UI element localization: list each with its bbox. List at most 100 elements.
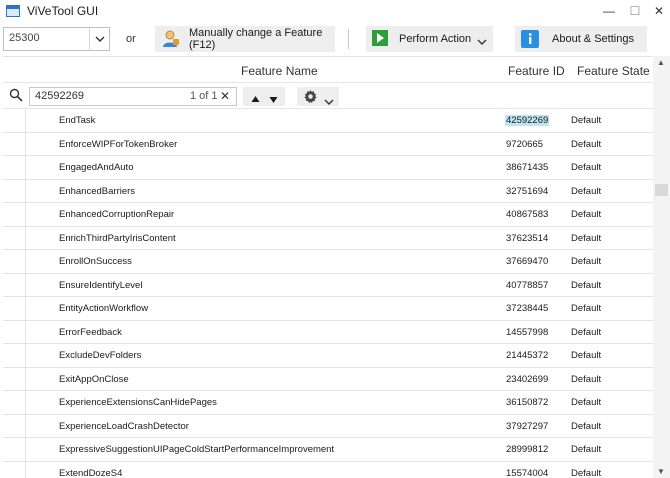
scroll-up-button[interactable]: ▲ <box>657 58 665 67</box>
feature-name-cell[interactable]: EnrichThirdPartyIrisContent <box>59 233 176 244</box>
feature-state-cell[interactable]: Default <box>571 162 601 173</box>
vertical-scrollbar[interactable]: ▲ ▼ <box>653 56 670 478</box>
feature-state-cell[interactable]: Default <box>571 468 601 478</box>
feature-name-cell[interactable]: ExperienceLoadCrashDetector <box>59 421 189 432</box>
table-row[interactable]: EngagedAndAuto 38671435 Default <box>3 156 653 180</box>
row-header-cell[interactable] <box>3 461 26 478</box>
feature-state-cell[interactable]: Default <box>571 350 601 361</box>
feature-id-cell[interactable]: 37669470 <box>506 256 548 267</box>
feature-state-cell[interactable]: Default <box>571 233 601 244</box>
feature-name-cell[interactable]: EntityActionWorkflow <box>59 303 148 314</box>
feature-name-cell[interactable]: EnsureIdentifyLevel <box>59 280 142 291</box>
feature-id-cell[interactable]: 37623514 <box>506 233 548 244</box>
table-row[interactable]: ExpressiveSuggestionUIPageColdStartPerfo… <box>3 438 653 462</box>
close-button[interactable]: ✕ <box>646 2 670 20</box>
about-settings-button[interactable]: About & Settings <box>515 26 647 52</box>
row-header-cell[interactable] <box>3 109 26 132</box>
feature-name-cell[interactable]: ExitAppOnClose <box>59 374 129 385</box>
table-row[interactable]: EndTask 42592269 Default <box>3 109 653 133</box>
feature-state-cell[interactable]: Default <box>571 303 601 314</box>
feature-state-cell[interactable]: Default <box>571 397 601 408</box>
feature-name-cell[interactable]: ErrorFeedback <box>59 327 122 338</box>
row-header-cell[interactable] <box>3 391 26 414</box>
table-row[interactable]: ExperienceLoadCrashDetector 37927297 Defau… <box>3 414 653 438</box>
feature-state-cell[interactable]: Default <box>571 139 601 150</box>
chevron-down-icon[interactable] <box>477 36 487 48</box>
feature-name-cell[interactable]: EndTask <box>59 115 95 126</box>
row-header-cell[interactable] <box>3 156 26 179</box>
feature-state-cell[interactable]: Default <box>571 115 601 126</box>
feature-id-cell[interactable]: 21445372 <box>506 350 548 361</box>
table-row[interactable]: EnhancedBarriers 32751694 Default <box>3 179 653 203</box>
feature-name-cell[interactable]: ExcludeDevFolders <box>59 350 141 361</box>
column-feature-state[interactable]: Feature State <box>577 64 650 78</box>
feature-state-cell[interactable]: Default <box>571 280 601 291</box>
feature-name-cell[interactable]: EnhancedCorruptionRepair <box>59 209 174 220</box>
row-header-cell[interactable] <box>3 297 26 320</box>
feature-state-cell[interactable]: Default <box>571 444 601 455</box>
search-next-button[interactable] <box>269 93 278 107</box>
feature-name-cell[interactable]: ExtendDozeS4 <box>59 468 122 478</box>
table-row[interactable]: EnsureIdentifyLevel 40778857 Default <box>3 273 653 297</box>
feature-id-cell[interactable]: 40867583 <box>506 209 548 220</box>
row-header-cell[interactable] <box>3 250 26 273</box>
minimize-button[interactable]: — <box>596 2 622 20</box>
feature-name-cell[interactable]: EnhancedBarriers <box>59 186 135 197</box>
feature-name-cell[interactable]: EngagedAndAuto <box>59 162 133 173</box>
column-feature-id[interactable]: Feature ID <box>508 64 565 78</box>
table-row[interactable]: EnforceWIPForTokenBroker 9720665 Default <box>3 132 653 156</box>
feature-id-cell[interactable]: 37238445 <box>506 303 548 314</box>
feature-id-cell[interactable]: 42592269 <box>505 115 550 126</box>
row-header-cell[interactable] <box>3 367 26 390</box>
table-row[interactable]: EnhancedCorruptionRepair 40867583 Default <box>3 203 653 227</box>
table-row[interactable]: EnrollOnSuccess 37669470 Default <box>3 250 653 274</box>
feature-id-cell[interactable]: 38671435 <box>506 162 548 173</box>
feature-name-cell[interactable]: EnforceWIPForTokenBroker <box>59 139 177 150</box>
row-header-cell[interactable] <box>3 132 26 155</box>
perform-action-button[interactable]: Perform Action <box>366 26 493 52</box>
table-row[interactable]: ErrorFeedback 14557998 Default <box>3 320 653 344</box>
feature-id-cell[interactable]: 15574004 <box>506 468 548 478</box>
search-options-button[interactable] <box>297 87 339 106</box>
feature-id-cell[interactable]: 32751694 <box>506 186 548 197</box>
feature-id-cell[interactable]: 28999812 <box>506 444 548 455</box>
row-header-cell[interactable] <box>3 179 26 202</box>
row-header-cell[interactable] <box>3 344 26 367</box>
row-header-cell[interactable] <box>3 226 26 249</box>
feature-state-cell[interactable]: Default <box>571 256 601 267</box>
scroll-down-button[interactable]: ▼ <box>657 467 665 476</box>
feature-id-cell[interactable]: 23402699 <box>506 374 548 385</box>
feature-name-cell[interactable]: EnrollOnSuccess <box>59 256 132 267</box>
table-row[interactable]: ExitAppOnClose 23402699 Default <box>3 367 653 391</box>
row-header-cell[interactable] <box>3 203 26 226</box>
build-combobox[interactable]: 25300 <box>3 27 110 51</box>
manual-change-button[interactable]: Manually change a Feature (F12) <box>155 26 335 52</box>
feature-id-cell[interactable]: 40778857 <box>506 280 548 291</box>
feature-state-cell[interactable]: Default <box>571 209 601 220</box>
table-row[interactable]: ExperienceExtensionsCanHidePages 36150872… <box>3 391 653 415</box>
table-row[interactable]: EntityActionWorkflow 37238445 Default <box>3 297 653 321</box>
feature-id-cell[interactable]: 14557998 <box>506 327 548 338</box>
feature-id-cell[interactable]: 37927297 <box>506 421 548 432</box>
chevron-down-icon[interactable] <box>89 28 109 50</box>
row-header-cell[interactable] <box>3 273 26 296</box>
feature-name-cell[interactable]: ExpressiveSuggestionUIPageColdStartPerfo… <box>59 444 334 455</box>
maximize-button[interactable]: ☐ <box>622 2 648 20</box>
scrollbar-thumb[interactable] <box>655 184 668 196</box>
search-previous-button[interactable] <box>251 92 260 106</box>
feature-state-cell[interactable]: Default <box>571 374 601 385</box>
table-row[interactable]: ExcludeDevFolders 21445372 Default <box>3 344 653 368</box>
feature-id-cell[interactable]: 36150872 <box>506 397 548 408</box>
feature-state-cell[interactable]: Default <box>571 421 601 432</box>
feature-state-cell[interactable]: Default <box>571 327 601 338</box>
row-header-cell[interactable] <box>3 320 26 343</box>
search-input[interactable]: 42592269 1 of 1 ✕ <box>29 87 237 106</box>
column-feature-name[interactable]: Feature Name <box>241 64 318 78</box>
table-row[interactable]: ExtendDozeS4 15574004 Default <box>3 461 653 478</box>
table-row[interactable]: EnrichThirdPartyIrisContent 37623514 Defau… <box>3 226 653 250</box>
clear-search-button[interactable]: ✕ <box>220 89 230 103</box>
feature-name-cell[interactable]: ExperienceExtensionsCanHidePages <box>59 397 217 408</box>
feature-id-cell[interactable]: 9720665 <box>506 139 543 150</box>
row-header-cell[interactable] <box>3 414 26 437</box>
feature-state-cell[interactable]: Default <box>571 186 601 197</box>
